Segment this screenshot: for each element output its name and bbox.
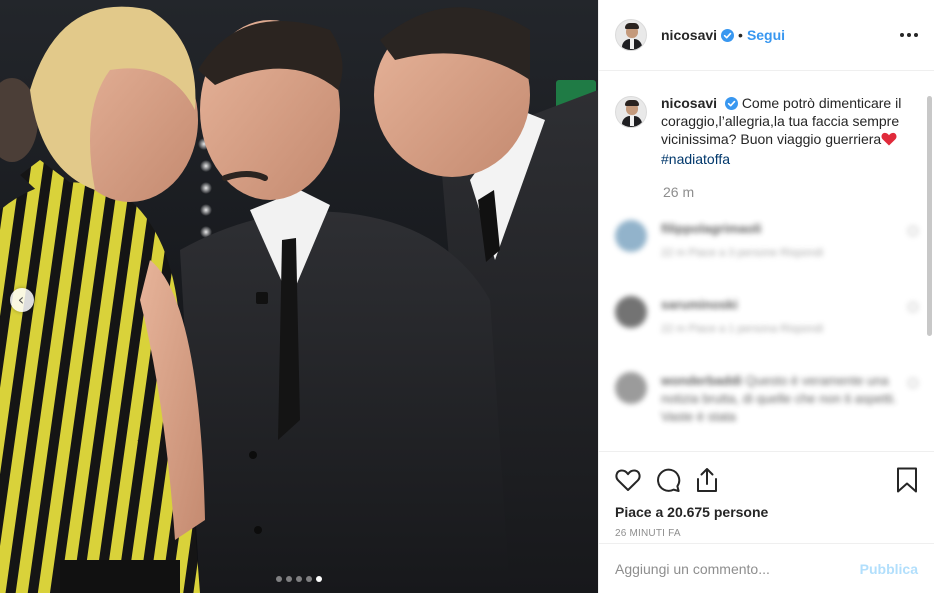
post-modal: ‹ nicosavi • Segui nicosavi Come potrò d… — [0, 0, 934, 593]
list-item: wonderbaddi Questo è veramente una notiz… — [615, 372, 918, 426]
post-side-panel: nicosavi • Segui nicosavi Come potrò dim… — [598, 0, 934, 593]
share-button[interactable] — [695, 460, 735, 500]
comment-input[interactable] — [615, 560, 860, 577]
add-comment-bar: Pubblica — [599, 543, 934, 593]
list-item: saruminoski 22 m Piace a 1 persona Rispo… — [615, 296, 918, 338]
comment-icon — [657, 468, 681, 492]
avatar[interactable] — [615, 372, 647, 404]
photo-illustration — [0, 6, 598, 593]
follow-button[interactable]: Segui — [747, 27, 785, 43]
comment-username[interactable]: filippolagrimaoli — [661, 221, 761, 236]
post-photo[interactable]: ‹ — [0, 0, 598, 593]
share-icon — [697, 468, 717, 492]
publish-button[interactable]: Pubblica — [860, 561, 918, 577]
carousel-prev-button[interactable]: ‹ — [10, 288, 34, 312]
avatar[interactable] — [615, 19, 647, 51]
caption-hashtag[interactable]: #nadiatoffa — [661, 151, 730, 167]
comment-meta: 22 m Piace a 1 persona Rispondi — [661, 323, 824, 335]
like-button[interactable] — [615, 460, 655, 500]
post-actions: Piace a 20.675 persone 26 MINUTI FA — [599, 451, 934, 539]
bookmark-icon — [897, 467, 917, 493]
comment-username[interactable]: saruminoski — [661, 297, 738, 312]
heart-icon[interactable] — [908, 378, 918, 388]
save-button[interactable] — [878, 460, 918, 500]
header-separator: • — [738, 27, 743, 43]
header-username[interactable]: nicosavi — [661, 27, 717, 43]
post-timestamp[interactable]: 26 MINUTI FA — [615, 528, 918, 539]
red-heart-emoji-icon — [881, 132, 897, 150]
comments-scrollbar[interactable] — [927, 96, 932, 336]
chevron-left-icon: ‹ — [17, 290, 25, 309]
avatar[interactable] — [615, 296, 647, 328]
more-options-icon[interactable] — [900, 27, 918, 43]
caption-text-block: nicosavi Come potrò dimenticare il corag… — [661, 94, 918, 168]
comment-username[interactable]: wonderbaddi — [661, 373, 742, 388]
carousel-dot-active — [316, 576, 322, 582]
carousel-dot — [306, 576, 312, 582]
carousel-dot — [286, 576, 292, 582]
heart-icon[interactable] — [908, 302, 918, 312]
caption: nicosavi Come potrò dimenticare il corag… — [615, 94, 918, 168]
comment-button[interactable] — [655, 460, 695, 500]
heart-icon[interactable] — [908, 226, 918, 236]
list-item: filippolagrimaoli 22 m Piace a 3 persone… — [615, 220, 918, 262]
caption-username[interactable]: nicosavi — [661, 95, 717, 111]
carousel-dot — [276, 576, 282, 582]
verified-badge-icon — [724, 97, 738, 110]
carousel-indicator — [276, 576, 322, 582]
avatar[interactable] — [615, 220, 647, 252]
heart-icon — [615, 469, 641, 491]
caption-time: 26 m — [663, 184, 695, 200]
likes-count[interactable]: Piace a 20.675 persone — [615, 504, 918, 520]
comment-meta: 22 m Piace a 3 persone Rispondi — [661, 247, 824, 259]
post-header: nicosavi • Segui — [599, 0, 934, 71]
avatar[interactable] — [615, 96, 647, 128]
verified-badge-icon — [721, 28, 735, 42]
action-icons — [615, 460, 918, 500]
carousel-dot — [296, 576, 302, 582]
comments-list[interactable]: nicosavi Come potrò dimenticare il corag… — [599, 72, 934, 450]
